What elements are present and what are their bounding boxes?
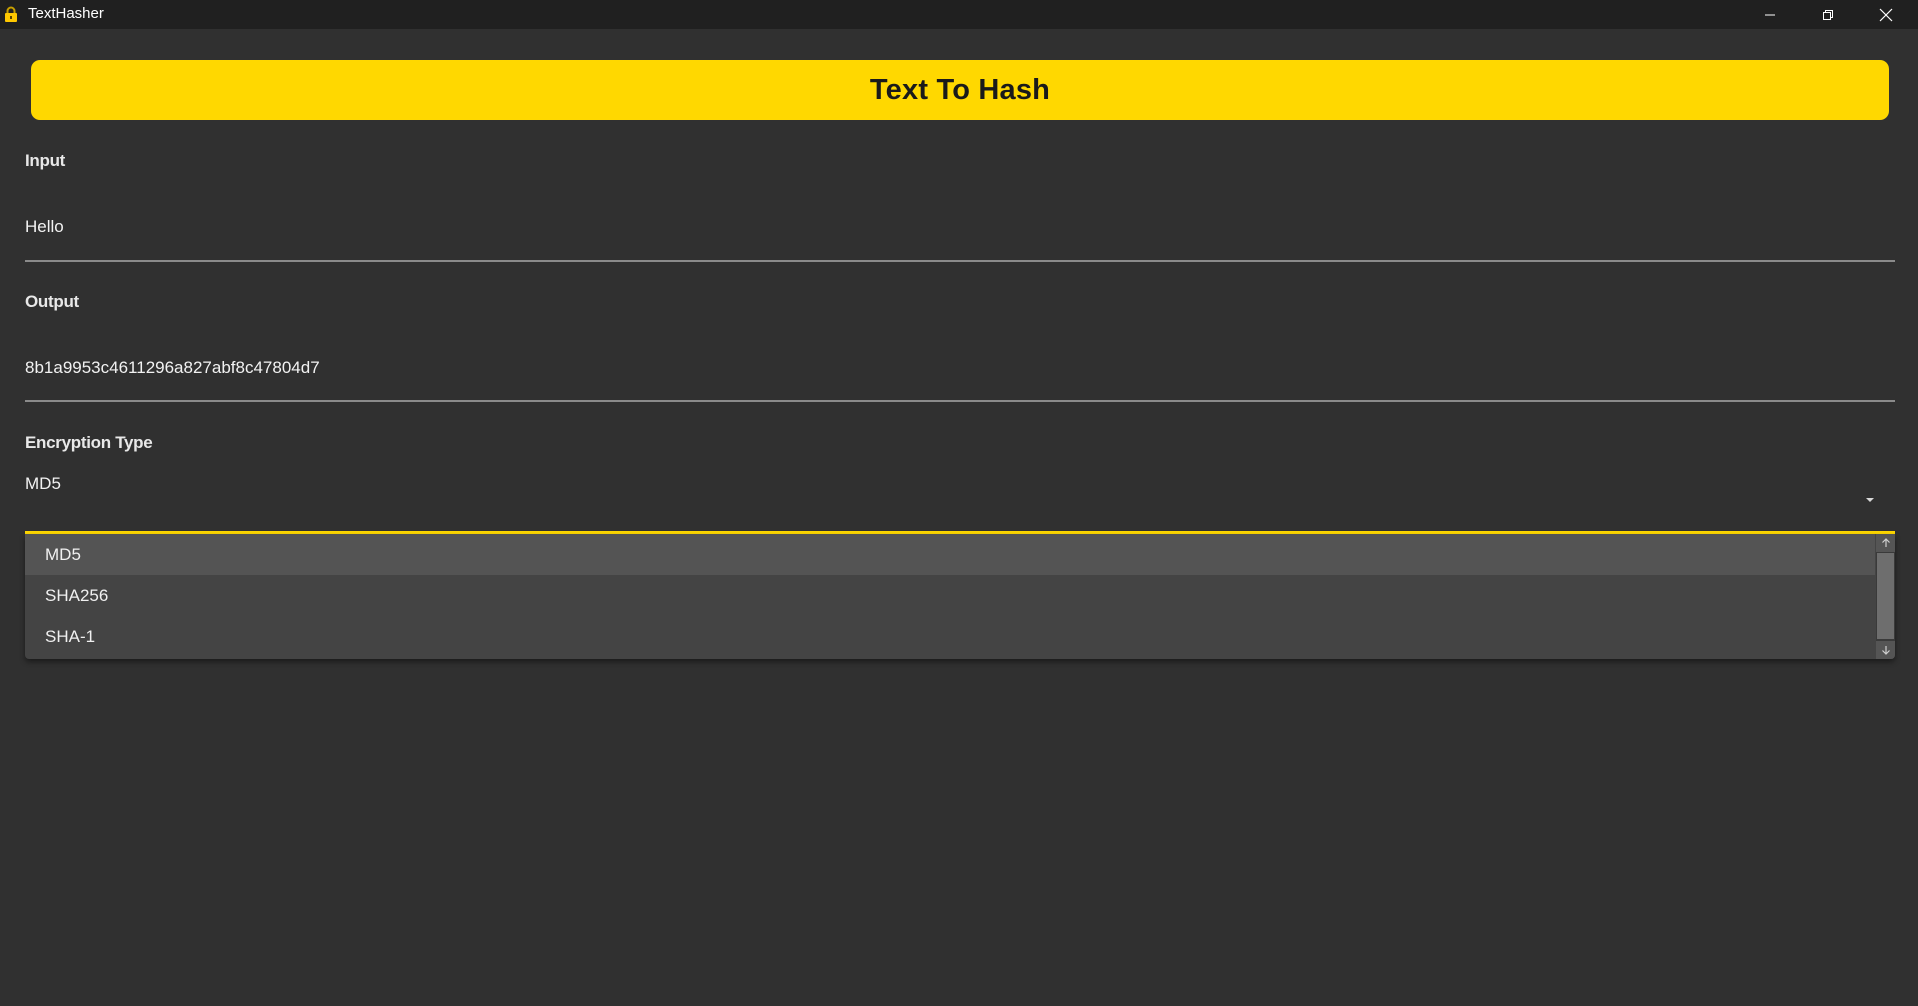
dropdown-option-sha-1[interactable]: SHA-1: [25, 616, 1875, 657]
input-label: Input: [25, 151, 66, 170]
restore-button[interactable]: [1799, 0, 1857, 29]
output-field[interactable]: 8b1a9953c4611296a827abf8c47804d7: [25, 358, 320, 378]
dropdown-option-sha256[interactable]: SHA256: [25, 575, 1875, 616]
minimize-icon: [1765, 14, 1775, 15]
arrow-down-icon: [1881, 646, 1890, 655]
scroll-down-button[interactable]: [1876, 641, 1895, 659]
scroll-thumb[interactable]: [1877, 553, 1894, 639]
dropdown-option-md5[interactable]: MD5: [25, 534, 1875, 575]
output-label: Output: [25, 292, 79, 311]
close-icon: [1879, 8, 1893, 21]
encryption-type-dropdown[interactable]: MD5 SHA256 SHA-1: [25, 534, 1895, 659]
header-banner: Text To Hash: [31, 60, 1889, 120]
input-underline: [25, 260, 1895, 262]
padlock-icon: [3, 6, 19, 22]
caret-down-icon[interactable]: [1862, 494, 1878, 506]
arrow-up-icon: [1881, 538, 1890, 547]
output-underline: [25, 400, 1895, 402]
minimize-button[interactable]: [1741, 0, 1799, 29]
window-title: TextHasher: [28, 5, 104, 22]
window-titlebar[interactable]: TextHasher: [0, 0, 1918, 29]
encryption-type-label: Encryption Type: [25, 433, 153, 452]
input-field[interactable]: Hello: [25, 217, 64, 237]
scroll-up-button[interactable]: [1876, 534, 1895, 552]
close-button[interactable]: [1857, 0, 1915, 29]
page-title: Text To Hash: [869, 73, 1051, 106]
encryption-type-select[interactable]: MD5: [25, 474, 61, 494]
restore-icon: [1823, 9, 1833, 20]
dropdown-scrollbar[interactable]: [1876, 534, 1895, 659]
